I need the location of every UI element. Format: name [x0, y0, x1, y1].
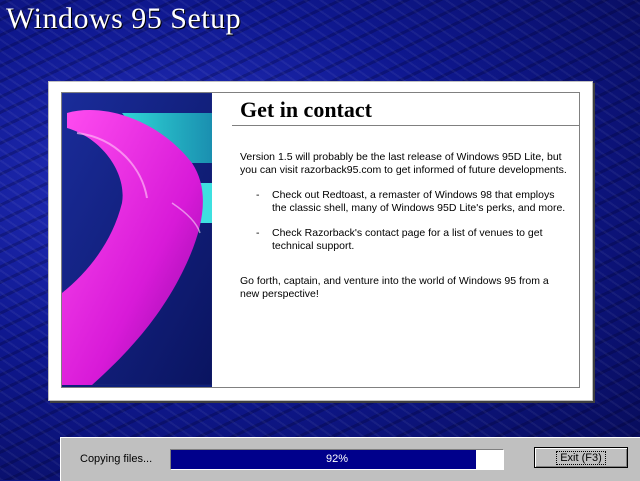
side-illustration-graphic [62, 93, 212, 386]
bullet-marker: - [256, 227, 260, 239]
dialog-content: Get in contact Version 1.5 will probably… [212, 93, 579, 387]
status-bar: Copying files... 92% Exit (F3) [60, 437, 640, 481]
paragraph-closing: Go forth, captain, and venture into the … [240, 275, 549, 300]
paragraph-intro: Version 1.5 will probably be the last re… [240, 151, 567, 176]
bullet-list: - Check out Redtoast, a remaster of Wind… [240, 189, 570, 253]
list-item: - Check Razorback's contact page for a l… [240, 227, 570, 253]
bullet-marker: - [256, 189, 260, 201]
setup-dialog: Get in contact Version 1.5 will probably… [48, 81, 593, 401]
dialog-body: Version 1.5 will probably be the last re… [240, 151, 570, 301]
exit-button[interactable]: Exit (F3) [534, 447, 628, 468]
bullet-text-contact: Check Razorback's contact page for a lis… [272, 227, 543, 252]
heading-divider [232, 125, 579, 126]
status-label: Copying files... [80, 453, 153, 465]
list-item: - Check out Redtoast, a remaster of Wind… [240, 189, 570, 215]
side-illustration [62, 93, 212, 387]
exit-button-label: Exit (F3) [556, 450, 606, 465]
dialog-heading: Get in contact [240, 97, 372, 122]
dialog-panel: Get in contact Version 1.5 will probably… [61, 92, 580, 388]
progress-bar: 92% [170, 449, 504, 470]
setup-title: Windows 95 Setup [6, 2, 242, 35]
progress-percent: 92% [325, 453, 349, 465]
bullet-text-redtoast: Check out Redtoast, a remaster of Window… [272, 189, 566, 214]
